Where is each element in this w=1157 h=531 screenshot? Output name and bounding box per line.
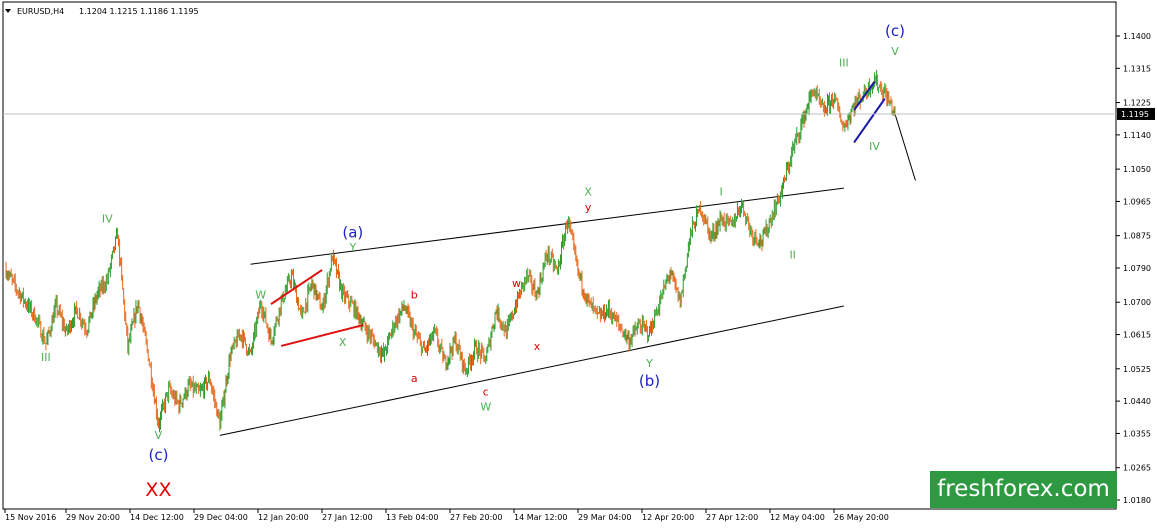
wave-label: II	[789, 248, 796, 261]
y-tick-label: 1.0265	[1123, 464, 1151, 473]
wave-label: c	[483, 385, 489, 398]
chart-header: EURUSD,H4 1.1204 1.1215 1.1186 1.1195	[5, 7, 199, 16]
wave-label: w	[512, 277, 521, 290]
y-tick-label: 1.0355	[1123, 429, 1151, 438]
y-tick-label: 1.1050	[1123, 165, 1151, 174]
wave-label: (b)	[639, 372, 660, 390]
wave-label: (c)	[148, 446, 168, 464]
chart: III IV V (c) XX W X (a) Yb a c Ww x Xy Y (b) I II III IV V (c…	[0, 0, 1157, 527]
y-tick-label: 1.0440	[1123, 397, 1151, 406]
wave-label: III	[839, 56, 849, 69]
wave-label: V	[155, 429, 163, 442]
x-tick-label: 12 Apr 20:00	[642, 513, 694, 522]
wave-label: (a)	[342, 224, 363, 242]
x-tick-label: 14 Mar 12:00	[514, 513, 567, 522]
y-tick-label: 1.0525	[1123, 365, 1151, 374]
y-tick-label: 1.1140	[1123, 131, 1151, 140]
x-tick-label: 29 Mar 04:00	[578, 513, 631, 522]
wave-label: X	[584, 186, 592, 199]
x-tick-label: 27 Feb 20:00	[450, 513, 502, 522]
wave-label: W	[255, 288, 266, 301]
wave-label: (c)	[885, 22, 905, 40]
x-tick-label: 27 Jan 12:00	[322, 513, 373, 522]
wave-label: IV	[102, 212, 113, 225]
wave-label: a	[411, 372, 418, 385]
wave-label: V	[891, 45, 899, 58]
wave-label: Y	[348, 241, 356, 254]
y-tick-label: 1.0875	[1123, 232, 1151, 241]
wave-label: b	[411, 288, 418, 301]
y-tick-label: 1.1315	[1123, 64, 1151, 73]
symbol-label: EURUSD,H4	[17, 7, 64, 16]
y-tick-label: 1.0700	[1123, 298, 1151, 307]
x-tick-label: 29 Dec 04:00	[194, 513, 248, 522]
x-tick-label: 27 Apr 12:00	[706, 513, 758, 522]
wave-label: Y	[645, 357, 653, 370]
wave-label: x	[534, 340, 541, 353]
x-tick-label: 14 Dec 12:00	[130, 513, 184, 522]
current-price-label: 1.1195	[1121, 110, 1149, 119]
freshforex-watermark: freshforex.com	[930, 471, 1117, 508]
wave-label: I	[719, 186, 722, 199]
wave-label: III	[41, 351, 51, 364]
x-tick-label: 12 May 04:00	[770, 513, 825, 522]
x-tick-label: 13 Feb 04:00	[386, 513, 438, 522]
wave-label: X	[339, 336, 347, 349]
candlestick-chart-svg: IIIIVV(c)XXWX(a)YbacWwxXyY(b)IIIIIIIVV(c…	[0, 0, 1157, 527]
wave-label: y	[585, 201, 592, 214]
y-tick-label: 1.1400	[1123, 32, 1151, 41]
ohlc-values: 1.1204 1.1215 1.1186 1.1195	[79, 7, 199, 16]
y-tick-label: 1.0790	[1123, 264, 1151, 273]
wave-label: W	[480, 401, 491, 414]
x-tick-label: 26 May 20:00	[834, 513, 889, 522]
wave-label: XX	[145, 479, 171, 501]
x-tick-label: 15 Nov 2016	[5, 513, 56, 522]
x-tick-label: 29 Nov 20:00	[66, 513, 120, 522]
y-tick-label: 1.0965	[1123, 197, 1151, 206]
wave-label: IV	[869, 140, 880, 153]
x-tick-label: 12 Jan 20:00	[258, 513, 309, 522]
y-tick-label: 1.1225	[1123, 99, 1151, 108]
y-tick-label: 1.0180	[1123, 496, 1151, 505]
y-tick-label: 1.0615	[1123, 331, 1151, 340]
